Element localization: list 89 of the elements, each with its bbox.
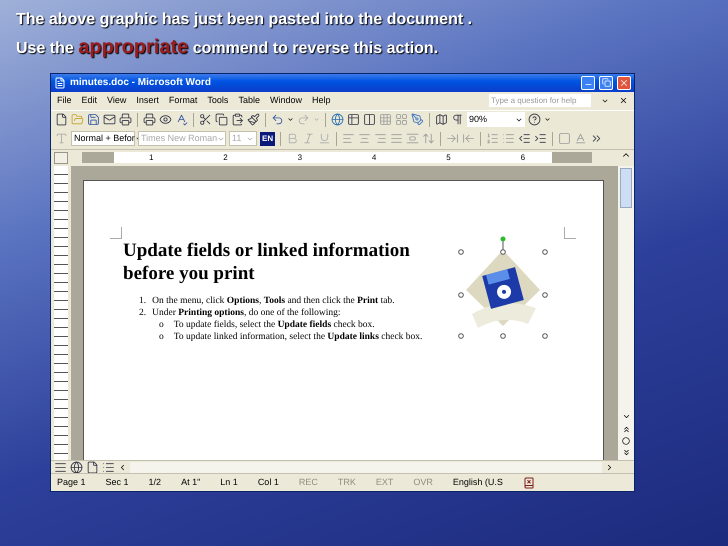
list-text: To update linked information, select the Update links check box.: [174, 330, 422, 343]
preview-icon[interactable]: [159, 113, 172, 126]
status-item: REC: [298, 476, 318, 489]
normal-view-icon[interactable]: [54, 460, 67, 474]
paste-icon[interactable]: [231, 113, 244, 126]
brush-icon[interactable]: [247, 113, 260, 126]
copy-icon[interactable]: [215, 113, 228, 126]
document-heading: Update fields or linked information before you print: [123, 238, 411, 285]
next-page-icon[interactable]: [622, 448, 630, 458]
window-title: minutes.doc - Microsoft Word: [70, 76, 212, 90]
close-icon: [619, 78, 629, 88]
print-view-icon[interactable]: [86, 460, 99, 474]
printer-icon[interactable]: [119, 113, 132, 126]
ruler-margin: [552, 152, 592, 164]
caption-line: Use the appropriate commend to reverse this action.: [16, 35, 440, 60]
minimize-button[interactable]: [581, 76, 595, 90]
scissors-icon[interactable]: [199, 113, 212, 126]
undo-icon[interactable]: [271, 113, 284, 126]
ruler-number: 3: [298, 154, 302, 162]
floppy-clipart-drawing[interactable]: [458, 236, 550, 339]
status-item: English (U.S: [452, 476, 503, 489]
restore-icon: [602, 78, 610, 88]
restore-button[interactable]: [599, 76, 613, 90]
style-dropdown[interactable]: Normal + Befor: [71, 131, 135, 146]
status-item: EXT: [376, 476, 394, 489]
printer-icon[interactable]: [143, 113, 156, 126]
status-item: TRK: [338, 476, 356, 489]
browse-object-icon[interactable]: [622, 437, 630, 446]
table-icon[interactable]: [347, 113, 360, 126]
previous-page-icon[interactable]: [622, 425, 630, 434]
help-icon[interactable]: [528, 113, 541, 126]
spelling-status-icon[interactable]: [522, 476, 535, 488]
margin-corner: [564, 226, 576, 239]
document-icon: [54, 76, 66, 89]
columns-icon[interactable]: [363, 113, 376, 126]
pilcrow-icon[interactable]: [451, 113, 464, 126]
margin-corner: [110, 226, 122, 239]
zoom-dropdown[interactable]: 90%: [467, 112, 525, 128]
menu-item[interactable]: Table: [238, 94, 260, 108]
list-text: To update fields, select the Update fields check box.: [174, 318, 375, 331]
scroll-thumb[interactable]: [620, 168, 632, 208]
menu-item[interactable]: Window: [270, 94, 302, 108]
font-color-icon[interactable]: [574, 132, 588, 146]
language-button[interactable]: EN: [260, 132, 276, 146]
list-number: 1.: [139, 294, 146, 307]
close-button[interactable]: [617, 76, 631, 90]
pen-icon[interactable]: [411, 113, 424, 126]
menu-item[interactable]: Format: [168, 94, 198, 108]
map-icon[interactable]: [435, 113, 448, 126]
save-icon[interactable]: [87, 113, 100, 126]
scroll-left-icon[interactable]: [118, 462, 127, 472]
scroll-right-icon[interactable]: [605, 462, 614, 472]
bullet-marker: o: [159, 318, 164, 331]
web-view-icon[interactable]: [70, 460, 83, 474]
ruler-number: 6: [520, 154, 526, 162]
ruler-number: 5: [446, 154, 451, 162]
menu-item[interactable]: Insert: [136, 94, 159, 108]
status-item: 1/2: [148, 476, 162, 489]
caret-icon[interactable]: [544, 116, 551, 124]
spell-check-icon[interactable]: [175, 113, 188, 126]
help-search-field[interactable]: Type a question for help: [489, 94, 591, 108]
caption-line: The above graphic has just been pasted into the document .: [16, 10, 474, 30]
status-item: Col 1: [258, 476, 279, 489]
menu-item[interactable]: Edit: [82, 94, 98, 108]
ruler-number: 1: [148, 154, 154, 162]
tab-selector[interactable]: [54, 152, 68, 164]
menu-item[interactable]: View: [107, 94, 126, 108]
list-text: Under Printing options, do one of the following:: [152, 306, 341, 319]
ruler-margin: [82, 152, 114, 164]
menu-item[interactable]: Tools: [207, 94, 228, 108]
ruler-number: 4: [372, 154, 376, 162]
increase-indent-icon[interactable]: [534, 132, 548, 146]
list-text: On the menu, click Options, Tools and then click the Print tab.: [152, 294, 395, 307]
status-item: Sec 1: [106, 476, 129, 489]
new-document-icon[interactable]: [55, 113, 68, 126]
bullet-marker: o: [159, 330, 164, 343]
envelope-icon[interactable]: [103, 113, 116, 126]
status-item: At 1": [181, 476, 200, 489]
caret-icon[interactable]: [287, 116, 294, 124]
ruler-number: 2: [223, 154, 228, 162]
globe-icon[interactable]: [331, 113, 344, 126]
menu-item[interactable]: File: [57, 94, 72, 108]
menu-item[interactable]: Help: [312, 94, 330, 108]
list-number: 2.: [139, 306, 146, 319]
status-item: Ln 1: [220, 476, 238, 489]
status-item: OVR: [413, 476, 433, 489]
close-icon[interactable]: [619, 96, 628, 106]
decrease-indent-icon[interactable]: [518, 132, 532, 146]
status-item: Page 1: [57, 476, 86, 489]
